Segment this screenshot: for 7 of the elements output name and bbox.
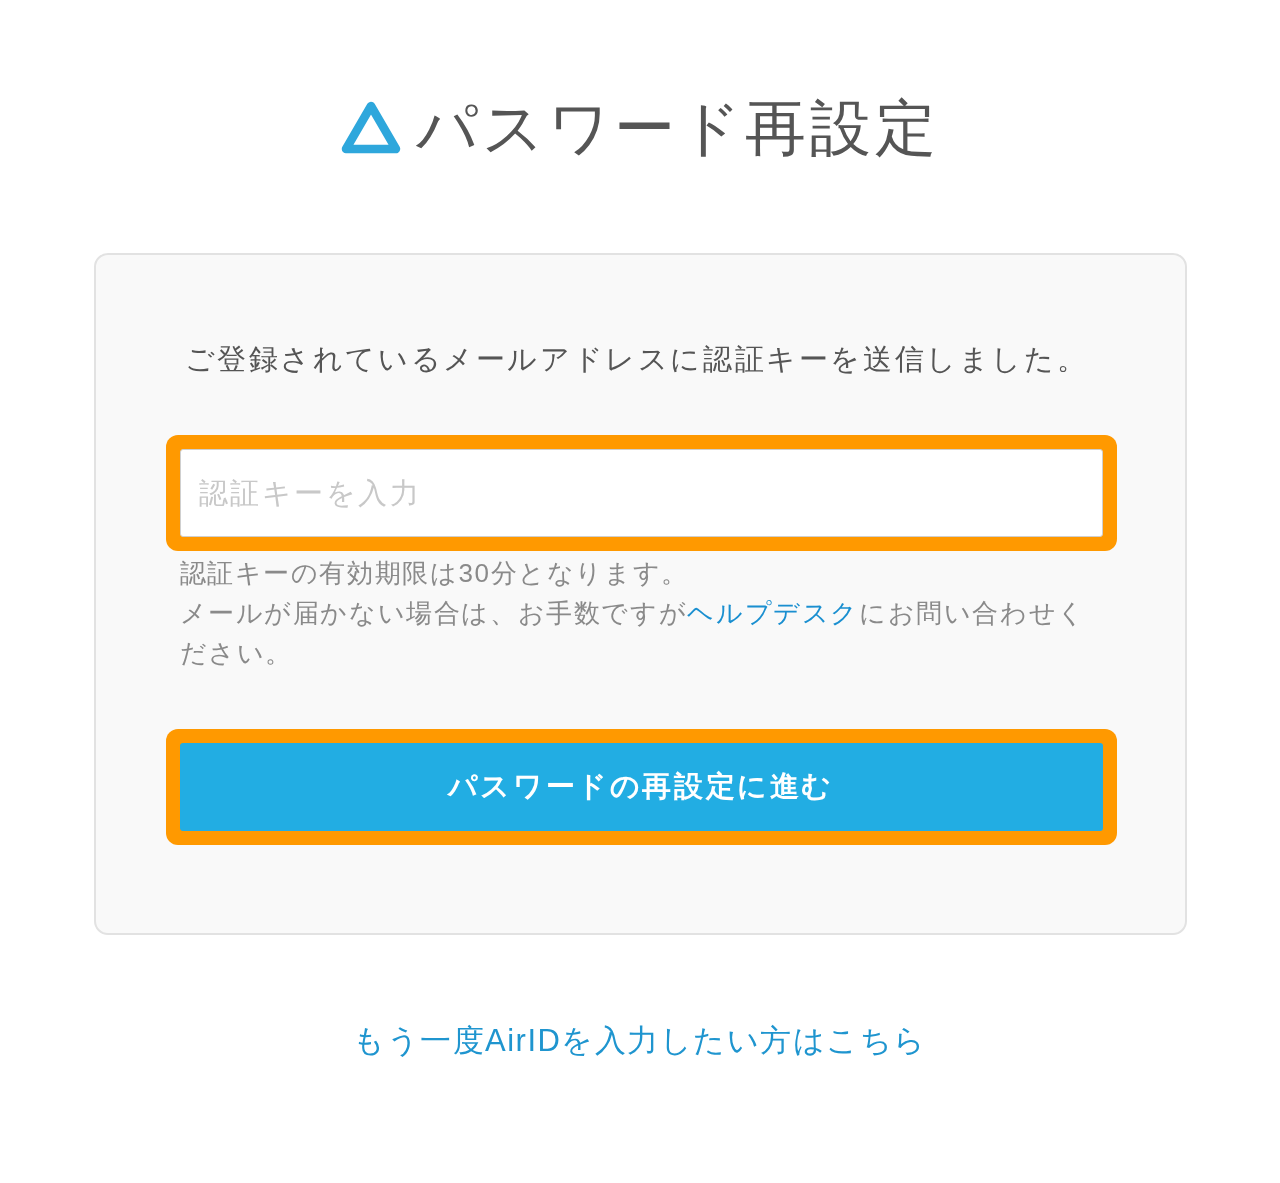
submit-button[interactable]: パスワードの再設定に進む xyxy=(179,743,1103,831)
sent-message: ご登録されているメールアドレスに認証キーを送信しました。 xyxy=(184,342,1090,377)
helpdesk-link[interactable]: ヘルプデスク xyxy=(687,598,859,628)
expiry-note: 認証キーの有効期限は30分となります。 xyxy=(179,557,690,590)
help-note: メールが届かない場合は、お手数ですがヘルプデスク にお問い合わせください。 xyxy=(179,597,1087,670)
reenter-airid-link[interactable]: もう一度AirIDを入力したい方はこちら xyxy=(353,1021,927,1061)
page-title: パスワード再設定 xyxy=(416,97,940,159)
